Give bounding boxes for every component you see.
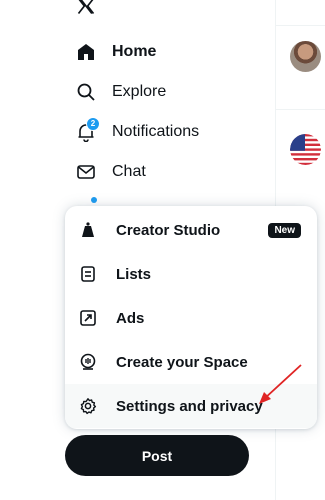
- annotation-arrow-icon: [259, 364, 302, 404]
- nav-item-home[interactable]: Home: [76, 38, 156, 66]
- nav-label-chat: Chat: [112, 163, 146, 180]
- flag-avatar[interactable]: [290, 134, 321, 165]
- menu-label-lists: Lists: [116, 265, 152, 283]
- menu-label-creator-studio: Creator Studio: [116, 221, 221, 239]
- gear-icon: [79, 397, 97, 415]
- feed-divider: [276, 109, 325, 110]
- x-logo-icon[interactable]: [76, 0, 96, 16]
- nav-item-notifications[interactable]: 2 Notifications: [76, 117, 199, 146]
- bell-icon: 2: [76, 117, 100, 142]
- nav-item-chat[interactable]: Chat: [76, 158, 146, 186]
- creator-studio-icon: [79, 221, 97, 239]
- menu-label-settings-privacy: Settings and privacy: [116, 397, 263, 415]
- nav-item-explore[interactable]: Explore: [76, 78, 166, 106]
- list-icon: [79, 265, 97, 283]
- ads-icon: [79, 309, 97, 327]
- feed-divider: [276, 25, 325, 26]
- search-icon: [76, 82, 96, 102]
- menu-label-create-space: Create your Space: [116, 353, 248, 371]
- new-badge: New: [268, 222, 301, 238]
- menu-item-creator-studio[interactable]: Creator Studio New: [65, 208, 317, 252]
- notification-badge: 2: [86, 117, 100, 131]
- nav-label-explore: Explore: [112, 83, 167, 100]
- nav-label-home: Home: [112, 43, 157, 60]
- grok-dot-indicator: [91, 197, 97, 203]
- mail-icon: [76, 162, 96, 182]
- nav-label-notifications: Notifications: [112, 123, 200, 140]
- spaces-icon: [79, 353, 97, 371]
- menu-label-ads: Ads: [116, 309, 145, 327]
- avatar[interactable]: [290, 41, 321, 72]
- menu-item-ads[interactable]: Ads: [65, 296, 317, 340]
- home-icon: [76, 42, 96, 62]
- menu-item-lists[interactable]: Lists: [65, 252, 317, 296]
- post-button[interactable]: Post: [65, 435, 249, 476]
